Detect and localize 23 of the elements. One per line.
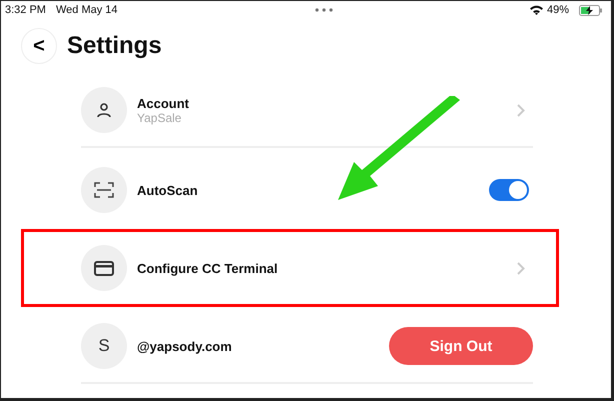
sign-out-button[interactable]: Sign Out <box>389 327 533 365</box>
more-icon <box>314 8 333 12</box>
chevron-icon <box>517 104 525 116</box>
settings-row[interactable]: Configure CC Terminal <box>81 232 533 304</box>
scan-icon <box>94 181 114 199</box>
row-label: AutoScan <box>137 182 199 198</box>
settings-row[interactable]: S @yapsody.com Sign Out <box>81 310 533 384</box>
chevron-icon <box>517 262 525 274</box>
back-button[interactable]: < <box>21 28 57 64</box>
card-icon <box>94 260 114 276</box>
wifi-icon <box>530 5 543 15</box>
person-icon <box>96 102 112 118</box>
status-time: 3:32 PM <box>5 4 46 16</box>
battery-icon <box>579 4 603 16</box>
row-label: Configure CC Terminal <box>137 260 279 276</box>
status-date: Wed May 14 <box>56 4 118 16</box>
page-title: Settings <box>67 32 162 60</box>
toggle-switch[interactable] <box>489 179 529 201</box>
battery-percent: 49% <box>546 4 569 16</box>
avatar: S <box>81 323 127 369</box>
row-label: @yapsody.com <box>137 338 233 354</box>
row-sublabel: YapSale <box>137 110 182 124</box>
row-label: Account <box>137 96 190 110</box>
